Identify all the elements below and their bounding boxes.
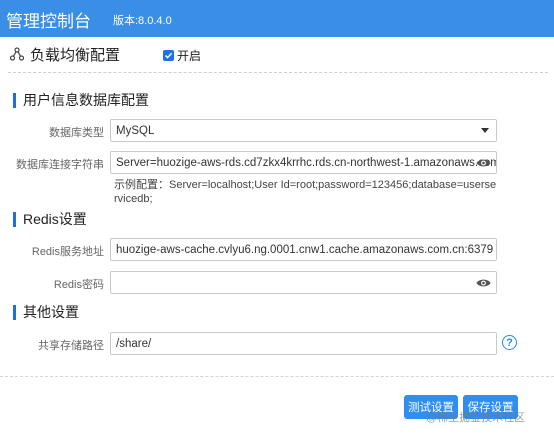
share-nodes-icon: [10, 47, 24, 61]
redis-pwd-label: Redis密码: [53, 279, 104, 291]
eye-icon[interactable]: [476, 157, 491, 169]
section-title-user-db: 用户信息数据库配置: [23, 92, 149, 108]
section-accent-bar: [13, 92, 16, 108]
db-type-value: MySQL: [116, 124, 155, 137]
share-path-value: /share/: [116, 337, 152, 350]
eye-icon[interactable]: [476, 277, 491, 289]
section-redis: Redis设置: [13, 211, 87, 227]
divider: [8, 72, 548, 73]
db-conn-value: Server=huozige-aws-rds.cd7zkx4krrhc.rds.…: [116, 156, 497, 169]
section-user-db: 用户信息数据库配置: [13, 92, 149, 108]
enable-toggle[interactable]: 开启: [163, 47, 201, 64]
redis-pwd-input[interactable]: [110, 271, 497, 294]
redis-addr-input[interactable]: huozige-aws-cache.cvlyu6.ng.0001.cnw1.ca…: [110, 238, 497, 261]
db-conn-label: 数据库连接字符串: [16, 159, 104, 171]
version-label: 版本:8.0.4.0: [113, 15, 172, 27]
watermark: @稀土掘金技术社区: [426, 412, 526, 424]
redis-addr-value: huozige-aws-cache.cvlyu6.ng.0001.cnw1.ca…: [116, 243, 494, 256]
checkbox-checked-icon[interactable]: [163, 50, 174, 61]
section-title-other: 其他设置: [23, 304, 79, 320]
load-balance-title: 负载均衡配置: [30, 46, 121, 64]
db-type-select[interactable]: MySQL: [110, 119, 497, 142]
db-type-label: 数据库类型: [49, 127, 104, 139]
section-other: 其他设置: [13, 304, 79, 320]
chevron-down-icon: [481, 128, 489, 133]
db-conn-hint: 示例配置：Server=localhost;User Id=root;passw…: [114, 179, 497, 205]
share-path-label: 共享存储路径: [38, 340, 104, 352]
section-accent-bar: [13, 211, 16, 227]
load-balance-header: 负载均衡配置: [10, 44, 120, 64]
share-path-input[interactable]: /share/: [110, 332, 497, 355]
db-conn-input[interactable]: Server=huozige-aws-rds.cd7zkx4krrhc.rds.…: [110, 151, 497, 174]
app-title: 管理控制台: [6, 12, 91, 31]
section-accent-bar: [13, 304, 16, 320]
section-title-redis: Redis设置: [23, 211, 87, 227]
top-header: 管理控制台 版本:8.0.4.0: [0, 0, 554, 37]
enable-label: 开启: [177, 49, 202, 63]
footer-divider: [0, 376, 554, 377]
redis-addr-label: Redis服务地址: [31, 246, 104, 258]
help-icon[interactable]: ?: [502, 335, 517, 350]
